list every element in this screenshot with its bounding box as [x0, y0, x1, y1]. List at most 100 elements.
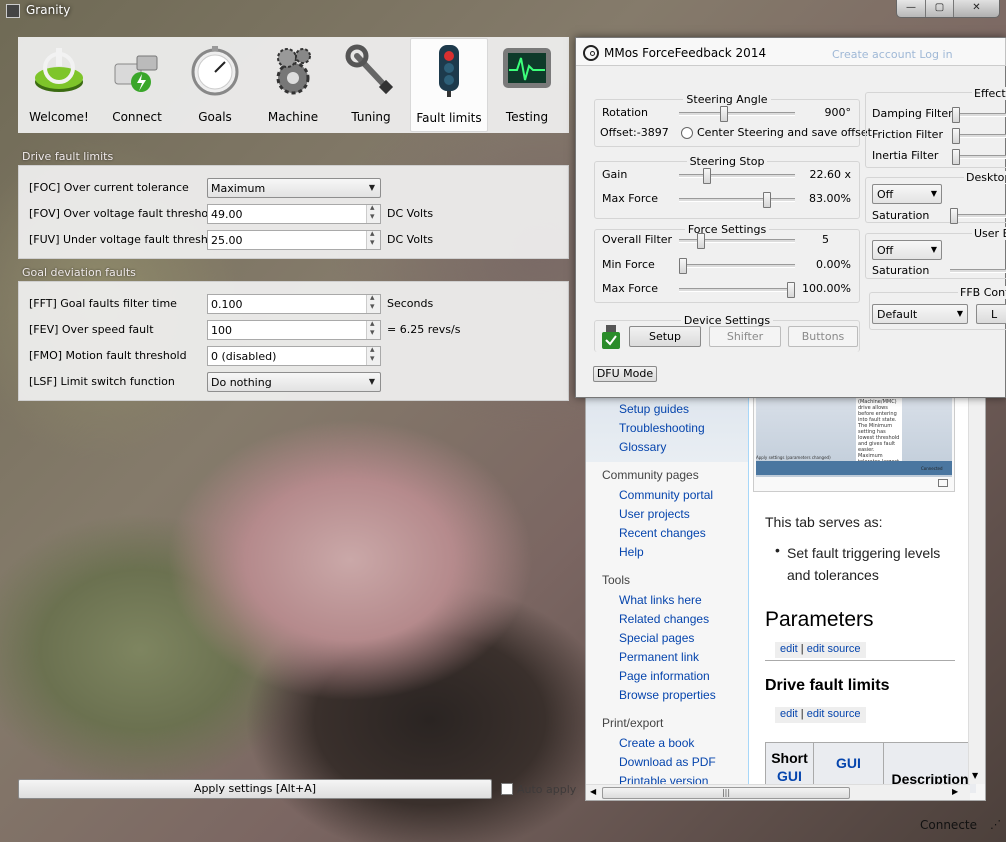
scroll-down-arrow[interactable]: ▼ — [972, 771, 978, 780]
edit-link[interactable]: edit — [780, 643, 798, 655]
maximize-button[interactable]: ▢ — [925, 0, 953, 17]
toolbar-welcome[interactable]: Welcome! — [20, 38, 98, 132]
gain-slider[interactable] — [679, 168, 795, 184]
inertia-filter-slider[interactable] — [952, 149, 1006, 165]
apply-settings-button[interactable]: Apply settings [Alt+A] — [18, 779, 492, 799]
stop-maxforce-slider[interactable] — [679, 192, 795, 208]
toolbar-tuning[interactable]: Tuning — [332, 38, 410, 132]
resize-grip-icon[interactable]: ⋰ — [990, 818, 1004, 836]
connector-icon — [109, 42, 165, 98]
link-recent-changes[interactable]: Recent changes — [619, 526, 706, 540]
link-community-portal[interactable]: Community portal — [619, 488, 713, 502]
center-steering-label: Center Steering and save offset — [697, 126, 872, 139]
fft-spinbox[interactable]: 0.100 — [207, 293, 381, 314]
fov-spin-arrows[interactable] — [366, 203, 380, 223]
damping-filter-knob[interactable] — [952, 107, 960, 123]
overall-filter-value: 5 — [822, 233, 829, 246]
fmo-spinbox[interactable]: 0 (disabled) — [207, 345, 381, 366]
auto-apply-checkbox[interactable] — [501, 783, 513, 795]
foc-row: [FOC] Over current tolerance Maximum — [29, 178, 559, 198]
link-help[interactable]: Help — [619, 545, 644, 559]
link-page-information[interactable]: Page information — [619, 669, 710, 683]
setup-button[interactable]: Setup — [629, 326, 701, 347]
traffic-light-icon — [421, 43, 477, 99]
fuv-spinbox[interactable]: 25.00 — [207, 229, 381, 250]
min-force-slider[interactable] — [679, 258, 795, 274]
fuv-spin-arrows[interactable] — [366, 229, 380, 249]
link-related-changes[interactable]: Related changes — [619, 612, 709, 626]
desktop-title: Desktop — [964, 171, 1006, 184]
fft-spin-arrows[interactable] — [366, 293, 380, 313]
dfu-mode-button[interactable]: DFU Mode — [593, 366, 657, 382]
fmo-row: [FMO] Motion fault threshold 0 (disabled… — [29, 345, 559, 366]
enlarge-icon[interactable] — [938, 479, 948, 487]
link-user-projects[interactable]: User projects — [619, 507, 690, 521]
buttons-button[interactable]: Buttons — [788, 326, 858, 347]
edit-source-link[interactable]: edit source — [807, 643, 861, 655]
edit-link[interactable]: edit — [780, 708, 798, 720]
lsf-select[interactable]: Do nothing — [207, 372, 381, 392]
stop-maxforce-label: Max Force — [602, 192, 658, 205]
link-troubleshooting[interactable]: Troubleshooting — [619, 421, 705, 435]
fev-unit: = 6.25 revs/s — [387, 323, 461, 336]
auto-apply-label: Auto apply — [517, 783, 577, 796]
user-saturation-slider[interactable] — [950, 269, 1006, 273]
force-maxforce-value: 100.00% — [802, 282, 851, 295]
table-gui-link[interactable]: GUI — [777, 768, 802, 784]
link-browse-properties[interactable]: Browse properties — [619, 688, 716, 702]
ffb-config-select[interactable]: Default — [872, 304, 968, 324]
horizontal-scroll-thumb[interactable]: ||| — [602, 787, 850, 799]
shifter-button[interactable]: Shifter — [709, 326, 781, 347]
force-maxforce-slider[interactable] — [679, 282, 795, 298]
fov-spinbox[interactable]: 49.00 — [207, 203, 381, 224]
min-force-knob[interactable] — [679, 258, 687, 274]
link-create-a-book[interactable]: Create a book — [619, 736, 694, 750]
user-effects-select[interactable]: Off — [872, 240, 942, 260]
scroll-left-arrow[interactable]: ◀ — [590, 787, 596, 796]
minimize-button[interactable]: — — [897, 0, 925, 17]
toolbar-testing[interactable]: Testing — [488, 38, 566, 132]
rotation-slider-knob[interactable] — [720, 106, 728, 122]
toolbar-label: Fault limits — [416, 111, 482, 125]
overall-filter-knob[interactable] — [697, 233, 705, 249]
toolbar-machine[interactable]: Machine — [254, 38, 332, 132]
link-download-pdf[interactable]: Download as PDF — [619, 755, 716, 769]
link-glossary[interactable]: Glossary — [619, 440, 666, 454]
min-force-value: 0.00% — [816, 258, 851, 271]
inertia-filter-label: Inertia Filter — [872, 149, 939, 162]
link-what-links-here[interactable]: What links here — [619, 593, 702, 607]
close-button[interactable]: ✕ — [953, 0, 999, 17]
steering-stop-title: Steering Stop — [686, 155, 768, 168]
friction-filter-knob[interactable] — [952, 128, 960, 144]
link-setup-guides[interactable]: Setup guides — [619, 402, 689, 416]
toolbar-label: Welcome! — [29, 110, 89, 124]
toolbar-connect[interactable]: Connect — [98, 38, 176, 132]
toolbar-fault-limits[interactable]: Fault limits — [410, 38, 488, 132]
wiki-horizontal-scrollbar[interactable]: ◀ ||| ▶ — [586, 784, 970, 800]
foc-select[interactable]: Maximum — [207, 178, 381, 198]
ffb-config-load-button[interactable]: L — [976, 304, 1006, 324]
fev-spin-arrows[interactable] — [366, 319, 380, 339]
edit-source-link[interactable]: edit source — [807, 708, 861, 720]
fev-spinbox[interactable]: 100 — [207, 319, 381, 340]
screenshot-thumbnail[interactable]: (Machine/MMC) drive allows before enteri… — [753, 396, 955, 492]
link-special-pages[interactable]: Special pages — [619, 631, 694, 645]
rotation-slider[interactable] — [679, 106, 795, 122]
inertia-filter-knob[interactable] — [952, 149, 960, 165]
link-permanent-link[interactable]: Permanent link — [619, 650, 699, 664]
gain-slider-knob[interactable] — [703, 168, 711, 184]
desktop-saturation-slider[interactable] — [950, 208, 1006, 224]
stop-maxforce-slider-knob[interactable] — [763, 192, 771, 208]
scroll-right-arrow[interactable]: ▶ — [952, 787, 958, 796]
desktop-saturation-knob[interactable] — [950, 208, 958, 224]
wiki-vertical-scrollbar[interactable]: ▼ — [968, 396, 985, 784]
center-steering-radio[interactable] — [681, 127, 693, 139]
desktop-select[interactable]: Off — [872, 184, 942, 204]
toolbar-goals[interactable]: Goals — [176, 38, 254, 132]
connection-status: Connecte — [920, 818, 977, 832]
fmo-spin-arrows[interactable] — [366, 345, 380, 365]
mmos-window: MMos ForceFeedback 2014 Create account L… — [575, 37, 1006, 398]
damping-filter-slider[interactable] — [952, 107, 1006, 123]
stop-maxforce-value: 83.00% — [809, 192, 851, 205]
friction-filter-slider[interactable] — [952, 128, 1006, 144]
